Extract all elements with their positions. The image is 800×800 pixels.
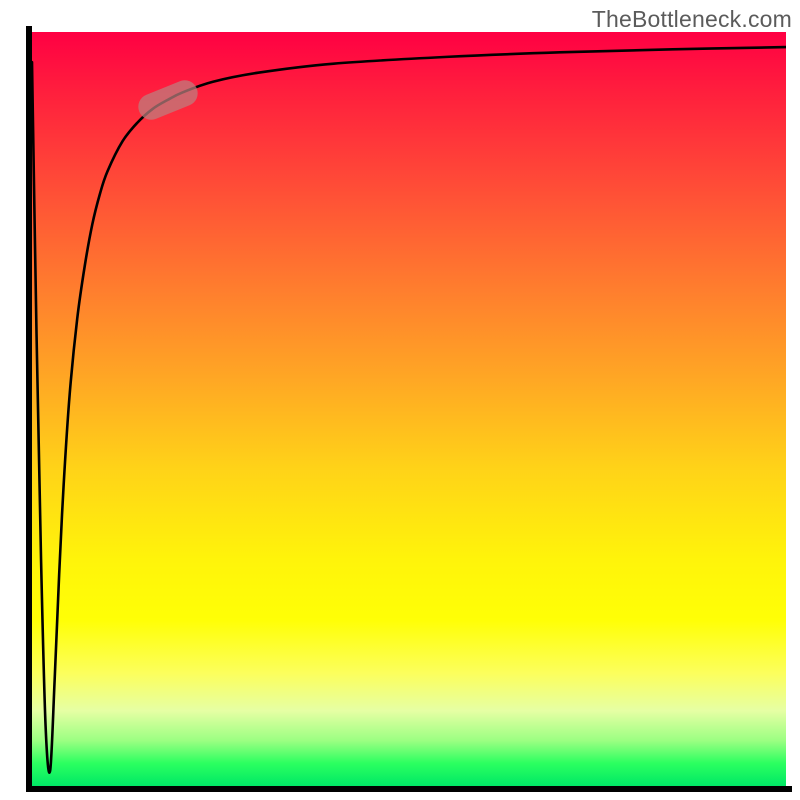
curve-layer xyxy=(32,32,786,786)
watermark-text: TheBottleneck.com xyxy=(592,6,792,33)
y-axis xyxy=(26,26,32,792)
bottleneck-curve xyxy=(32,47,786,773)
chart-stage: TheBottleneck.com xyxy=(0,0,800,800)
x-axis xyxy=(26,786,792,792)
